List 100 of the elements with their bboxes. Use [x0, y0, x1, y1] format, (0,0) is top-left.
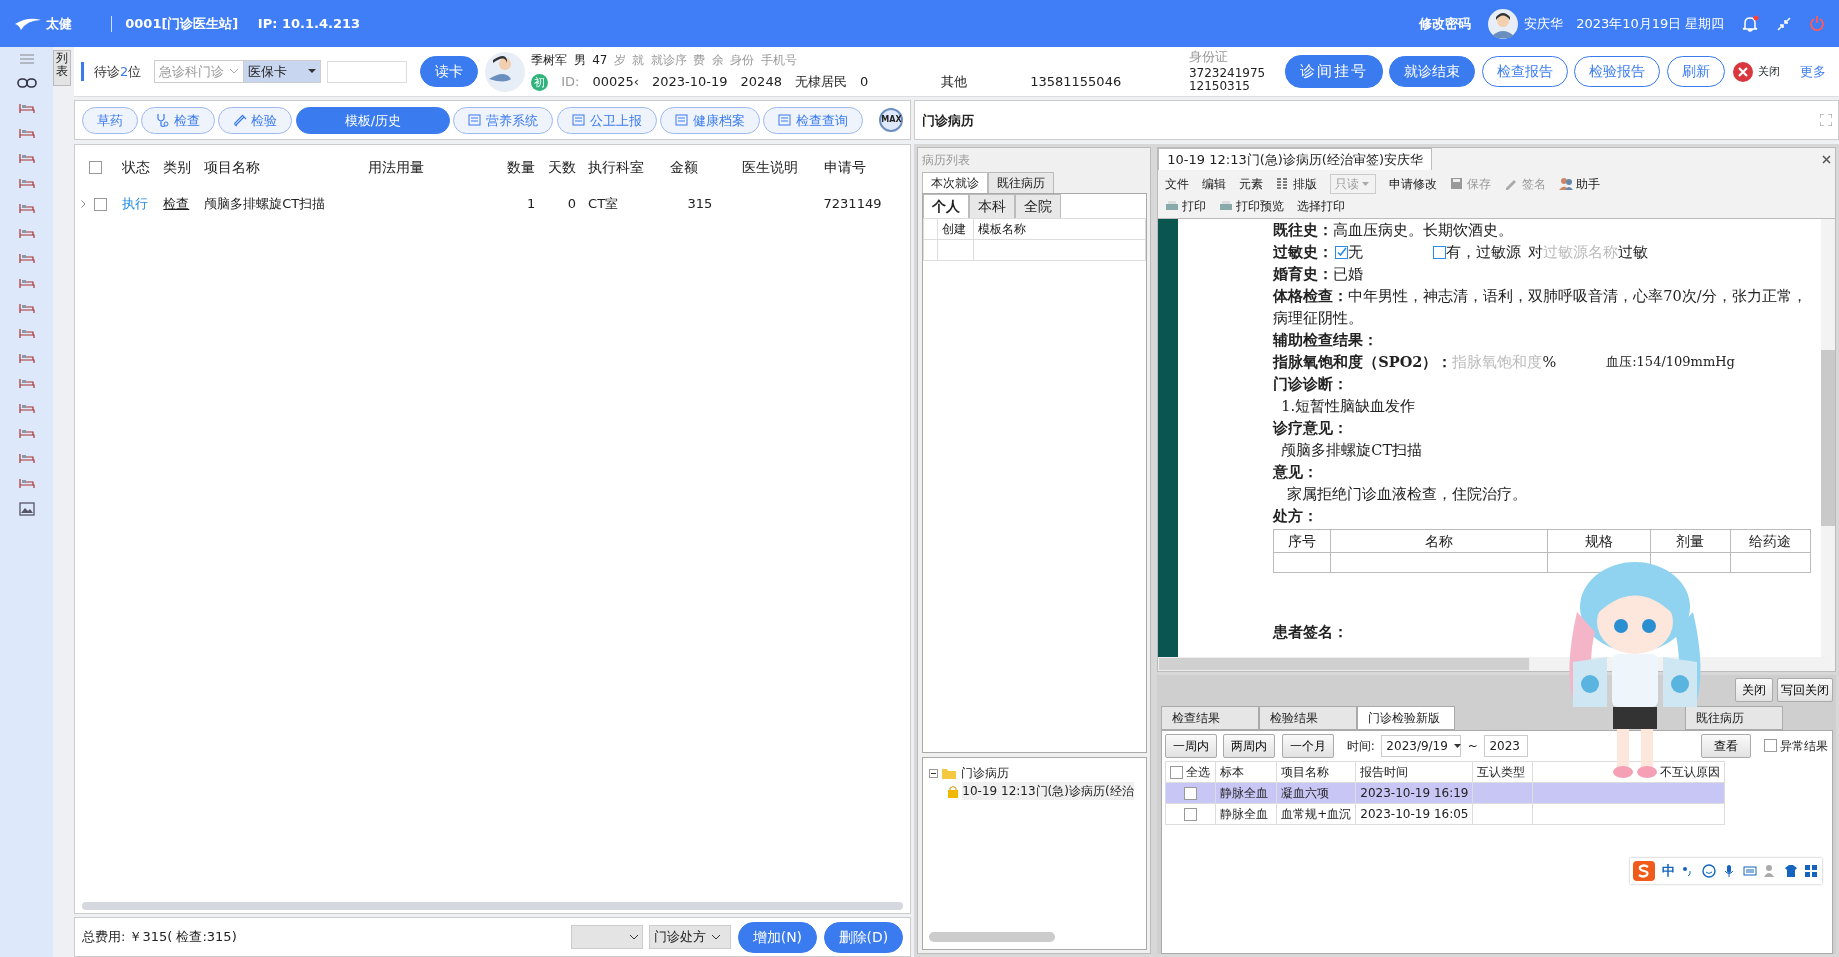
checkbox[interactable] — [1433, 245, 1447, 259]
card-type-select[interactable]: 医保卡 — [242, 59, 321, 84]
bell-icon[interactable] — [1741, 14, 1759, 33]
toolbar-tab[interactable]: 营养系统 — [453, 106, 554, 134]
bed-icon[interactable] — [18, 326, 35, 339]
bed-icon[interactable] — [18, 251, 35, 264]
tab[interactable]: 既往病历 — [1684, 705, 1783, 730]
menu-item[interactable]: 选择打印 — [1297, 196, 1346, 215]
menu-item[interactable]: 助手 — [1558, 174, 1600, 193]
more-link[interactable]: 更多 — [1800, 61, 1826, 82]
bed-icon[interactable] — [18, 151, 35, 164]
tab[interactable]: 个人 — [922, 194, 969, 219]
horizontal-scrollbar[interactable] — [81, 901, 904, 910]
bed-icon[interactable] — [18, 401, 35, 414]
grid-icon[interactable] — [1804, 864, 1819, 878]
tab[interactable]: 门诊检验新版 — [1356, 705, 1455, 730]
tab[interactable]: 既往病历 — [987, 172, 1054, 194]
action-button[interactable]: 检查报告 — [1481, 56, 1568, 87]
toolbar-tab[interactable]: 健康档案 — [659, 106, 760, 134]
card-number-field[interactable] — [327, 60, 408, 83]
read-card-button[interactable]: 读卡 — [420, 56, 479, 87]
vertical-scrollbar[interactable] — [1820, 219, 1835, 657]
tree-item[interactable]: 10-19 12:13门(急)诊病历(经治 — [962, 782, 1134, 800]
keyboard-icon[interactable] — [1742, 864, 1757, 878]
select-all-checkbox[interactable] — [89, 161, 103, 174]
tree-item[interactable]: 门诊病历 — [960, 764, 1009, 782]
select-field[interactable] — [570, 925, 643, 949]
bed-icon[interactable] — [18, 226, 35, 239]
action-button[interactable]: 刷新 — [1666, 56, 1725, 87]
image-icon[interactable] — [18, 501, 35, 516]
footer-button[interactable]: 增加(N) — [737, 921, 818, 953]
expander-icon[interactable] — [929, 768, 939, 778]
shirt-icon[interactable] — [1783, 864, 1798, 878]
horizontal-scrollbar[interactable] — [929, 932, 1056, 942]
row-checkbox[interactable] — [94, 197, 108, 211]
side-tab[interactable]: 列表 — [53, 50, 72, 87]
status-link[interactable]: 执行 — [122, 195, 149, 211]
toolbar-tab[interactable]: 公卫上报 — [556, 106, 657, 134]
date-field[interactable]: 2023/9/19 — [1381, 734, 1462, 757]
menu-item[interactable]: 排版 — [1275, 174, 1318, 193]
bed-icon[interactable] — [18, 351, 35, 364]
ime-mode-text[interactable]: 中 — [1661, 861, 1675, 881]
column-header: 金额 — [670, 158, 698, 175]
tab[interactable]: 本次就诊 — [921, 172, 988, 194]
ime-toolbar[interactable]: 中 — [1630, 858, 1822, 884]
row-checkbox[interactable] — [1183, 808, 1197, 821]
collapse-icon[interactable] — [1775, 15, 1792, 32]
bed-icon[interactable] — [18, 376, 35, 389]
abnormal-checkbox[interactable]: 异常结果 — [1764, 736, 1829, 755]
table-row[interactable]: 静脉全血 凝血六项 2023-10-19 16:19 — [1165, 782, 1725, 804]
chevron-icon[interactable] — [81, 200, 87, 208]
toolbar-tab[interactable]: 检验 — [218, 106, 293, 134]
bed-icon[interactable] — [18, 276, 35, 289]
toolbar-tab[interactable]: 模板/历史 — [295, 106, 451, 134]
view-button[interactable]: 查看 — [1701, 733, 1751, 758]
menu-item[interactable]: 打印 — [1164, 196, 1207, 215]
tab[interactable]: 检查结果 — [1160, 705, 1259, 730]
max-button[interactable]: MAX — [879, 108, 904, 133]
range-button[interactable]: 两周内 — [1223, 733, 1276, 758]
tab[interactable]: 本科 — [968, 194, 1015, 219]
close-button[interactable]: 关闭 — [1731, 59, 1781, 84]
menu-item[interactable]: 编辑 — [1201, 174, 1226, 193]
panel-button[interactable]: 关闭 — [1735, 678, 1774, 703]
bed-icon[interactable] — [18, 476, 35, 489]
toolbar-tab[interactable]: 检查查询 — [763, 106, 864, 134]
action-button[interactable]: 诊间挂号 — [1284, 55, 1383, 88]
toolbar-tab[interactable]: 检查 — [141, 106, 216, 134]
bed-icon[interactable] — [18, 126, 35, 139]
smiley-icon[interactable] — [1701, 864, 1716, 878]
action-button[interactable]: 检验报告 — [1574, 56, 1661, 87]
bed-icon[interactable] — [18, 176, 35, 189]
action-button[interactable]: 就诊结束 — [1389, 56, 1476, 87]
menu-item[interactable]: 元素 — [1238, 174, 1263, 193]
menu-item[interactable]: 申请修改 — [1389, 174, 1438, 193]
bed-icon[interactable] — [18, 201, 35, 214]
date-text: 2023年10月19日 星期四 — [1576, 14, 1725, 33]
table-row[interactable]: 静脉全血 血常规+血沉 2023-10-19 16:05 — [1165, 803, 1725, 825]
tab[interactable]: 检验结果 — [1258, 705, 1357, 730]
prescription-select[interactable]: 门诊处方 — [649, 925, 732, 949]
footer-button[interactable]: 删除(D) — [823, 921, 904, 953]
change-password-link[interactable]: 修改密码 — [1419, 13, 1472, 34]
bed-icon[interactable] — [18, 451, 35, 464]
document-tab[interactable]: 10-19 12:13门(急)诊病历(经治审签)安庆华 — [1158, 147, 1432, 171]
menu-item[interactable]: 打印预览 — [1219, 196, 1285, 215]
close-icon[interactable] — [1821, 154, 1831, 164]
range-button[interactable]: 一周内 — [1164, 733, 1217, 758]
row-checkbox[interactable] — [1183, 787, 1197, 800]
bed-icon[interactable] — [18, 426, 35, 439]
bed-icon[interactable] — [18, 301, 35, 314]
panel-button[interactable]: 写回关闭 — [1776, 678, 1833, 703]
pills-icon[interactable] — [16, 76, 37, 89]
menu-item[interactable]: 文件 — [1164, 174, 1189, 193]
bed-icon[interactable] — [18, 101, 35, 114]
tab[interactable]: 全院 — [1014, 194, 1061, 219]
date-field[interactable]: 2023 — [1484, 734, 1529, 757]
toolbar-tab[interactable]: 草药 — [81, 106, 138, 134]
checkbox[interactable] — [1335, 245, 1349, 259]
range-button[interactable]: 一个月 — [1281, 733, 1334, 758]
queue-status: 待诊2位 — [80, 61, 142, 82]
fullscreen-icon[interactable] — [1819, 114, 1832, 127]
